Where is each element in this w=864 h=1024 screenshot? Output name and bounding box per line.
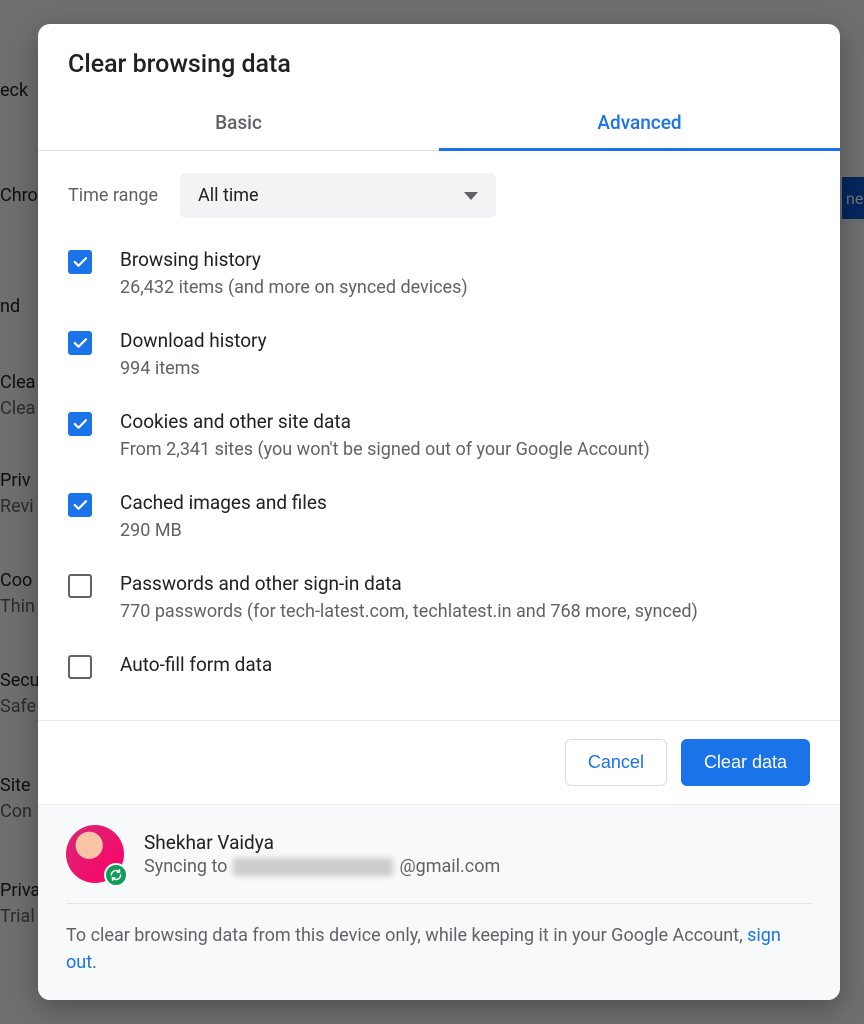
dialog-tabs: Basic Advanced (38, 97, 840, 151)
checkbox[interactable] (68, 412, 92, 436)
note-post: . (92, 952, 97, 973)
clear-item-text: Cached images and files 290 MB (120, 491, 327, 544)
clear-item-text: Cookies and other site data From 2,341 si… (120, 410, 650, 463)
clear-item-sub: 290 MB (120, 518, 327, 544)
clear-item: Download history 994 items (68, 329, 810, 382)
note-pre: To clear browsing data from this device … (66, 925, 747, 946)
checkbox[interactable] (68, 493, 92, 517)
redacted-email (233, 858, 393, 876)
tab-advanced[interactable]: Advanced (439, 97, 840, 150)
clear-data-button[interactable]: Clear data (681, 739, 810, 786)
clear-item: Browsing history 26,432 items (and more o… (68, 248, 810, 301)
clear-item: Passwords and other sign-in data 770 pass… (68, 572, 810, 625)
avatar (66, 825, 124, 883)
account-sync-line: Syncing to @gmail.com (144, 856, 500, 877)
clear-item-text: Auto-fill form data (120, 653, 272, 680)
tab-basic[interactable]: Basic (38, 97, 439, 150)
checkbox[interactable] (68, 331, 92, 355)
clear-item-title: Cookies and other site data (120, 410, 650, 433)
clear-item-sub: 26,432 items (and more on synced devices… (120, 275, 468, 301)
clear-item: Cached images and files 290 MB (68, 491, 810, 544)
time-range-row: Time range All time (68, 173, 810, 218)
clear-item-sub: 770 passwords (for tech-latest.com, tech… (120, 599, 698, 625)
clear-item-sub: From 2,341 sites (you won't be signed ou… (120, 437, 650, 463)
clear-item-title: Auto-fill form data (120, 653, 272, 676)
time-range-select[interactable]: All time (180, 173, 496, 218)
dialog-title: Clear browsing data (38, 24, 840, 97)
checkbox[interactable] (68, 250, 92, 274)
clear-browsing-data-dialog: Clear browsing data Basic Advanced Time … (38, 24, 840, 1000)
checkbox[interactable] (68, 655, 92, 679)
clear-item-sub: 994 items (120, 356, 267, 382)
clear-items-list: Browsing history 26,432 items (and more o… (68, 248, 810, 680)
chevron-down-icon (464, 192, 478, 200)
dialog-actions: Cancel Clear data (38, 720, 840, 804)
clear-item-text: Download history 994 items (120, 329, 267, 382)
time-range-value: All time (198, 185, 259, 206)
account-note: To clear browsing data from this device … (66, 922, 812, 976)
clear-item-title: Download history (120, 329, 267, 352)
cancel-button[interactable]: Cancel (565, 739, 667, 786)
clear-item: Auto-fill form data (68, 653, 810, 680)
account-footer: Shekhar Vaidya Syncing to @gmail.com To … (38, 804, 840, 1000)
sync-icon (104, 863, 128, 887)
clear-item-title: Browsing history (120, 248, 468, 271)
account-row: Shekhar Vaidya Syncing to @gmail.com (66, 825, 812, 904)
dialog-body: Time range All time Browsing history 26,4… (38, 151, 840, 720)
clear-item-title: Cached images and files (120, 491, 327, 514)
account-name: Shekhar Vaidya (144, 831, 500, 854)
clear-item-text: Browsing history 26,432 items (and more o… (120, 248, 468, 301)
clear-item-title: Passwords and other sign-in data (120, 572, 698, 595)
syncing-prefix: Syncing to (144, 856, 227, 877)
email-suffix: @gmail.com (399, 856, 500, 877)
checkbox[interactable] (68, 574, 92, 598)
clear-item-text: Passwords and other sign-in data 770 pass… (120, 572, 698, 625)
time-range-label: Time range (68, 185, 158, 206)
clear-item: Cookies and other site data From 2,341 si… (68, 410, 810, 463)
